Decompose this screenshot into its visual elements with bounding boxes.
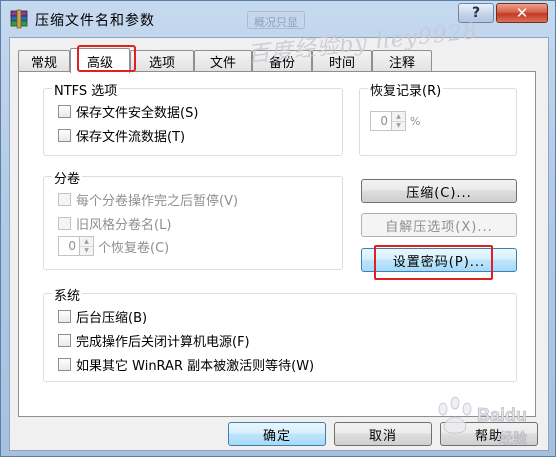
system-group-title: 系统 [52,285,83,304]
volumes-group-title: 分卷 [52,168,83,187]
pause-after-volume-checkbox[interactable]: 每个分卷操作完之后暂停(V) [58,190,238,209]
spinner-arrows[interactable]: ▲ ▼ [80,236,94,256]
save-security-checkbox[interactable]: 保存文件安全数据(S) [58,102,198,121]
old-style-names-label: 旧风格分卷名(L) [76,218,172,233]
checkbox-box[interactable] [58,129,71,142]
winrar-archive-icon [10,9,28,29]
recovery-value[interactable]: 0 [370,111,392,131]
background-window-tab: 概况只显 [247,11,305,29]
percent-unit: % [410,114,421,128]
checkbox-box[interactable] [58,334,71,347]
recovery-percent-spinner[interactable]: 0 ▲ ▼ % [370,111,420,131]
compression-dialog: 压缩文件名和参数 概况只显 ? ✕ 常规 高级 选项 文件 备份 时间 注释 N… [0,0,556,457]
dialog-body: 常规 高级 选项 文件 备份 时间 注释 NTFS 选项 保存文件安全数据(S)… [9,37,549,451]
spinner-arrows[interactable]: ▲ ▼ [392,111,406,131]
help-icon: ? [471,5,481,21]
recovery-record-group: 恢复记录(R) 0 ▲ ▼ % [359,80,517,156]
ntfs-group-title: NTFS 选项 [52,80,120,99]
advanced-tab-panel: NTFS 选项 保存文件安全数据(S) 保存文件流数据(T) 恢复记录(R) 0… [18,71,536,417]
close-icon: ✕ [515,4,529,22]
shutdown-after-label: 完成操作后关闭计算机电源(F) [76,335,250,350]
cancel-button[interactable]: 取消 [334,422,432,446]
spin-down-icon[interactable]: ▼ [392,120,405,130]
tab-backup[interactable]: 备份 [252,50,312,72]
pause-after-volume-label: 每个分卷操作完之后暂停(V) [76,194,239,209]
tab-options[interactable]: 选项 [130,50,194,72]
tab-files[interactable]: 文件 [194,50,252,72]
spin-up-icon[interactable]: ▲ [80,237,93,246]
checkbox-box[interactable] [58,105,71,118]
recovery-group-title: 恢复记录(R) [368,80,444,99]
window-title: 压缩文件名和参数 [35,13,155,29]
recovery-volumes-spinner[interactable]: 0 ▲ ▼ 个恢复卷(C) [58,236,169,256]
spin-down-icon[interactable]: ▼ [80,245,93,255]
wait-other-copies-label: 如果其它 WinRAR 副本被激活则等待(W) [76,359,315,374]
shutdown-after-checkbox[interactable]: 完成操作后关闭计算机电源(F) [58,331,250,350]
set-password-button[interactable]: 设置密码(P)... [361,248,517,272]
background-compress-label: 后台压缩(B) [76,311,148,326]
ok-button[interactable]: 确定 [228,422,326,446]
help-title-button[interactable]: ? [458,3,494,23]
checkbox-box[interactable] [58,358,71,371]
tab-comment[interactable]: 注释 [372,50,432,72]
save-streams-label: 保存文件流数据(T) [76,130,186,145]
tab-general[interactable]: 常规 [18,50,70,72]
spin-up-icon[interactable]: ▲ [392,112,405,121]
recovery-volumes-value[interactable]: 0 [58,236,80,256]
help-button[interactable]: 帮助 [440,422,538,446]
checkbox-box[interactable] [58,193,71,206]
recovery-volumes-label: 个恢复卷(C) [98,240,170,256]
sfx-options-button[interactable]: 自解压选项(X)... [361,213,517,237]
volumes-group: 分卷 每个分卷操作完之后暂停(V) 旧风格分卷名(L) 0 ▲ ▼ 个恢复卷(C) [43,168,343,270]
checkbox-box[interactable] [58,310,71,323]
save-streams-checkbox[interactable]: 保存文件流数据(T) [58,126,185,145]
background-compress-checkbox[interactable]: 后台压缩(B) [58,307,147,326]
wait-other-copies-checkbox[interactable]: 如果其它 WinRAR 副本被激活则等待(W) [58,355,314,374]
save-security-label: 保存文件安全数据(S) [76,106,199,121]
compress-button[interactable]: 压缩(C)... [361,179,517,203]
system-group: 系统 后台压缩(B) 完成操作后关闭计算机电源(F) 如果其它 WinRAR 副… [43,285,517,382]
tab-advanced[interactable]: 高级 [70,48,130,73]
tab-time[interactable]: 时间 [312,50,372,72]
checkbox-box[interactable] [58,217,71,230]
close-button[interactable]: ✕ [496,3,548,23]
ntfs-options-group: NTFS 选项 保存文件安全数据(S) 保存文件流数据(T) [43,80,343,156]
old-style-names-checkbox[interactable]: 旧风格分卷名(L) [58,214,171,233]
title-bar[interactable]: 压缩文件名和参数 概况只显 ? ✕ [1,1,555,37]
